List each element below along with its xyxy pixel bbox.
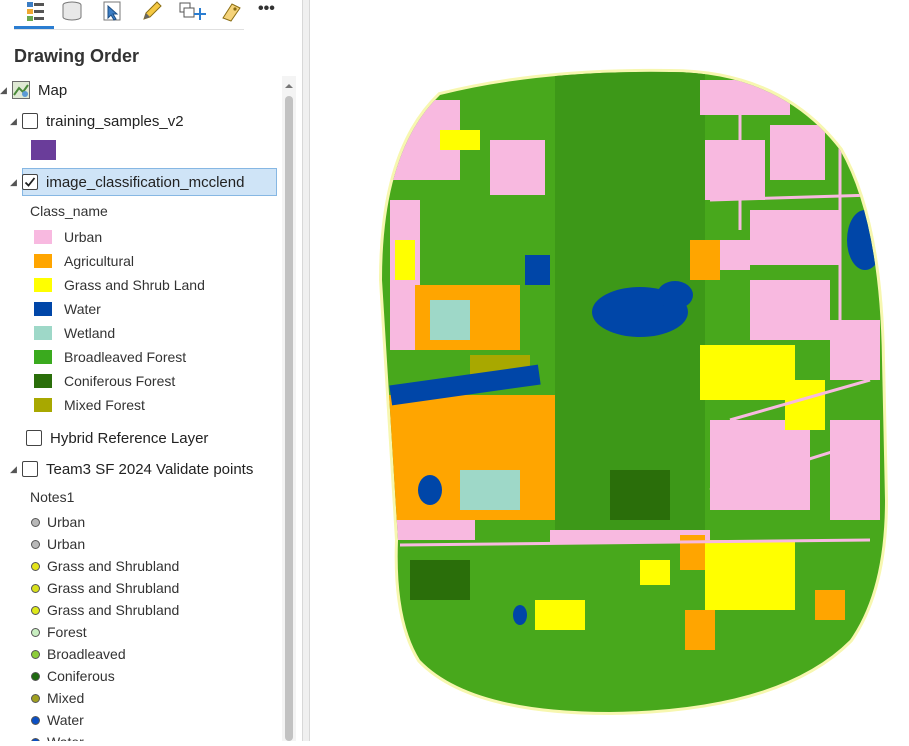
legend-point-item[interactable]: Grass and Shrubland <box>31 598 179 622</box>
point-label: Grass and Shrubland <box>47 602 180 618</box>
class-color-swatch[interactable] <box>34 278 52 292</box>
training-symbol-row <box>31 138 56 162</box>
point-symbol-icon[interactable] <box>31 649 40 659</box>
map-row[interactable]: ◢ Map <box>0 78 67 102</box>
point-label: Broadleaved <box>47 646 126 662</box>
list-by-drawing-order-icon[interactable] <box>24 0 50 22</box>
layer-validate-points[interactable]: ◢ Team3 SF 2024 Validate points <box>10 457 253 481</box>
legend-class-item[interactable]: Coniferous Forest <box>34 369 175 393</box>
class-label: Agricultural <box>64 253 135 269</box>
point-symbol-icon[interactable] <box>31 539 40 549</box>
layer-training-samples[interactable]: ◢ training_samples_v2 <box>10 109 184 133</box>
layer-visibility-checkbox[interactable] <box>22 461 38 477</box>
class-color-swatch[interactable] <box>34 230 52 244</box>
map-view[interactable] <box>310 0 909 741</box>
point-symbol-icon[interactable] <box>31 627 40 637</box>
legend-point-item[interactable]: Urban <box>31 532 85 556</box>
add-layer-icon[interactable] <box>178 0 206 22</box>
point-symbol-icon[interactable] <box>31 561 40 571</box>
layer-image-classification[interactable]: ◢ image_classification_mcclend <box>10 170 244 194</box>
list-by-editing-icon[interactable] <box>140 0 166 22</box>
layer-name: image_classification_mcclend <box>46 173 245 191</box>
point-label: Forest <box>47 624 87 640</box>
point-label: Urban <box>47 536 86 552</box>
map-icon <box>12 81 30 99</box>
legend-point-item[interactable]: Grass and Shrubland <box>31 554 179 578</box>
legend-class-item[interactable]: Grass and Shrub Land <box>34 273 205 297</box>
class-color-swatch[interactable] <box>34 374 52 388</box>
class-label: Water <box>64 301 101 317</box>
legend-class-item[interactable]: Agricultural <box>34 249 134 273</box>
legend-point-item[interactable]: Urban <box>31 510 85 534</box>
legend-field-heading: Notes1 <box>30 489 75 505</box>
class-color-swatch[interactable] <box>34 326 52 340</box>
point-label: Water <box>47 734 84 741</box>
legend-point-item[interactable]: Coniferous <box>31 664 115 688</box>
classified-raster <box>378 68 889 716</box>
checkmark-icon <box>24 177 36 187</box>
legend-class-item[interactable]: Urban <box>34 225 102 249</box>
scrollbar-thumb[interactable] <box>285 96 293 741</box>
list-by-source-icon[interactable] <box>60 0 86 22</box>
class-color-swatch[interactable] <box>34 350 52 364</box>
class-label: Mixed Forest <box>64 397 145 413</box>
collapse-caret-icon[interactable]: ◢ <box>0 85 12 96</box>
legend-point-item[interactable]: Water <box>31 708 84 732</box>
layer-visibility-checkbox[interactable] <box>22 174 38 190</box>
class-color-swatch[interactable] <box>34 302 52 316</box>
legend-point-item[interactable]: Mixed <box>31 686 84 710</box>
legend-class-item[interactable]: Wetland <box>34 321 115 345</box>
legend-class-item[interactable]: Water <box>34 297 101 321</box>
point-label: Coniferous <box>47 668 115 684</box>
contents-toolbar: ••• <box>0 0 300 30</box>
page-title: Drawing Order <box>14 46 140 66</box>
point-label: Mixed <box>47 690 85 706</box>
map-label: Map <box>38 81 68 99</box>
point-symbol-icon[interactable] <box>31 517 40 527</box>
more-icon[interactable]: ••• <box>258 0 284 22</box>
collapse-caret-icon[interactable]: ◢ <box>10 177 22 188</box>
point-label: Grass and Shrubland <box>47 558 180 574</box>
point-label: Water <box>47 712 84 728</box>
class-label: Broadleaved Forest <box>64 349 187 365</box>
point-symbol-icon[interactable] <box>31 671 40 681</box>
legend-class-item[interactable]: Broadleaved Forest <box>34 345 186 369</box>
legend-point-item[interactable]: Water <box>31 730 84 741</box>
contents-pane: ••• Drawing Order ◢ Map ◢ training_sampl… <box>0 0 302 741</box>
scroll-up-arrow-icon[interactable] <box>284 78 294 88</box>
layer-name: Team3 SF 2024 Validate points <box>46 460 254 478</box>
collapse-caret-icon[interactable]: ◢ <box>10 464 22 475</box>
legend-point-item[interactable]: Grass and Shrubland <box>31 576 179 600</box>
point-label: Grass and Shrubland <box>47 580 180 596</box>
class-color-swatch[interactable] <box>34 398 52 412</box>
legend-class-item[interactable]: Mixed Forest <box>34 393 145 417</box>
toolbar-divider <box>14 29 244 30</box>
class-label: Grass and Shrub Land <box>64 277 205 293</box>
layer-name: training_samples_v2 <box>46 112 184 130</box>
layer-visibility-checkbox[interactable] <box>22 113 38 129</box>
purple-polygon-swatch <box>31 140 56 160</box>
legend-point-item[interactable]: Forest <box>31 620 87 644</box>
class-label: Coniferous Forest <box>64 373 176 389</box>
point-symbol-icon[interactable] <box>31 605 40 615</box>
list-by-selection-icon[interactable] <box>100 0 126 22</box>
point-symbol-icon[interactable] <box>31 737 40 741</box>
collapse-caret-icon[interactable]: ◢ <box>10 116 22 127</box>
point-symbol-icon[interactable] <box>31 693 40 703</box>
pane-splitter[interactable] <box>302 0 310 741</box>
class-label: Urban <box>64 229 103 245</box>
class-color-swatch[interactable] <box>34 254 52 268</box>
legend-field-heading: Class_name <box>30 203 108 219</box>
layer-visibility-checkbox[interactable] <box>26 430 42 446</box>
class-label: Wetland <box>64 325 116 341</box>
labeling-icon[interactable] <box>220 0 246 22</box>
layer-name: Hybrid Reference Layer <box>50 429 209 447</box>
point-label: Urban <box>47 514 86 530</box>
legend-point-item[interactable]: Broadleaved <box>31 642 126 666</box>
point-symbol-icon[interactable] <box>31 715 40 725</box>
layer-hybrid-reference[interactable]: Hybrid Reference Layer <box>22 426 208 450</box>
point-symbol-icon[interactable] <box>31 583 40 593</box>
